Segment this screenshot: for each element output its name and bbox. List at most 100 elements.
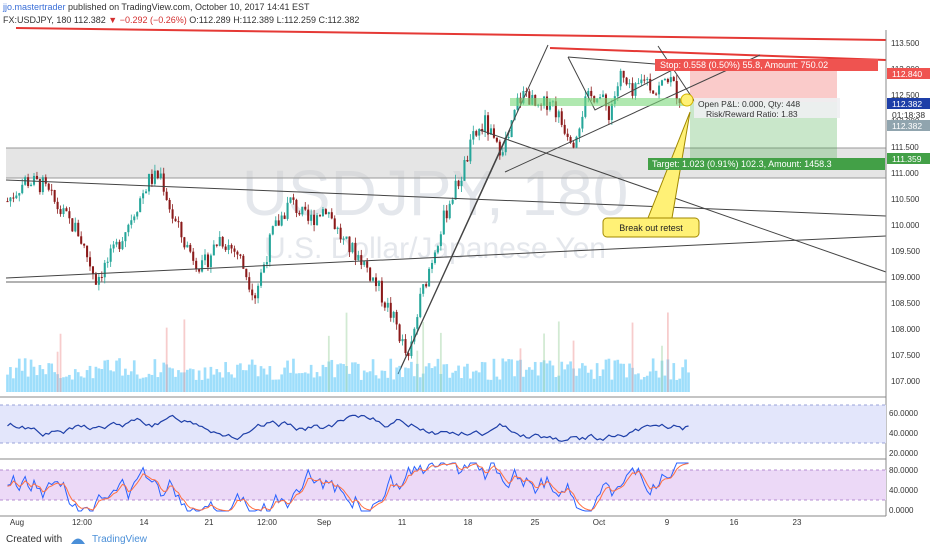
candle-body (239, 254, 242, 256)
candle-body (652, 90, 655, 94)
volume-bar (94, 366, 98, 392)
volume-bar (601, 369, 605, 392)
volume-bar (404, 367, 407, 392)
volume-spike (661, 345, 663, 392)
price-chart[interactable]: USDJPY, 180 U.S. Dollar/Japanese Yen Bre… (0, 0, 932, 530)
volume-bar (525, 369, 528, 392)
volume-bar (486, 379, 490, 392)
volume-spike (557, 321, 560, 392)
candle-body (177, 221, 180, 223)
volume-bar (589, 369, 593, 392)
candle-body (419, 293, 422, 318)
candle-body (369, 267, 372, 281)
candle-body (133, 216, 136, 221)
red-trendline-upper[interactable] (549, 47, 887, 61)
candle-body (625, 77, 628, 85)
volume-bar (100, 369, 104, 392)
volume-bar (513, 376, 516, 392)
candle-body (430, 262, 434, 269)
candle-body (304, 206, 307, 210)
candle-body (251, 289, 254, 296)
candle-body (392, 311, 395, 318)
volume-bar (38, 365, 42, 392)
candle-body (35, 175, 38, 180)
volume-bar (584, 365, 587, 392)
time-axis: Aug 12:00 14 21 12:00 Sep 11 18 25 Oct 9 16 23 (10, 518, 802, 527)
volume-bar (41, 369, 45, 392)
red-trendline[interactable] (15, 27, 887, 41)
volume-bar (85, 370, 89, 392)
volume-bar (124, 368, 127, 392)
candle-body (336, 227, 339, 230)
candle-body (201, 260, 204, 272)
volume-bar (295, 373, 298, 392)
volume-bar (474, 370, 478, 392)
candle-body (192, 251, 195, 261)
price-tick-label: 109.000 (891, 273, 920, 282)
candle-body (159, 173, 162, 179)
candle-body (451, 199, 454, 204)
volume-bar (286, 360, 289, 392)
tradingview-logo-icon (71, 538, 85, 544)
candle-body (386, 302, 389, 308)
volume-bar (386, 377, 390, 392)
volume-bar (374, 375, 378, 392)
candle-body (18, 193, 21, 196)
rsi-tick-60: 60.0000 (889, 409, 918, 418)
candle-body (469, 139, 472, 162)
candle-body (445, 210, 448, 219)
candle-body (345, 236, 348, 239)
candle-body (112, 244, 115, 249)
candle-body (180, 222, 183, 238)
candle-body (115, 241, 118, 245)
volume-bar (548, 360, 552, 392)
retest-band[interactable] (510, 98, 690, 106)
candle-body (32, 175, 36, 185)
candle-body (289, 197, 292, 203)
volume-spike (327, 335, 330, 392)
volume-bar (492, 358, 496, 392)
volume-bar (292, 358, 295, 392)
volume-bar (6, 374, 9, 392)
volume-bar (20, 370, 24, 392)
volume-bar (150, 374, 154, 392)
tradingview-brand[interactable]: TradingView (92, 534, 147, 545)
volume-bar (330, 359, 334, 392)
volume-bar (259, 366, 263, 392)
volume-bar (162, 362, 166, 392)
volume-bar (224, 362, 227, 392)
candle-body (389, 302, 392, 318)
volume-bar (88, 365, 92, 392)
candle-body (436, 246, 439, 253)
candle-body (507, 137, 510, 139)
candle-body (351, 242, 354, 253)
price-tick-label: 109.500 (891, 247, 920, 256)
stop-price-tag: 112.840 (892, 69, 922, 79)
volume-bar (613, 360, 617, 392)
volume-bar (436, 358, 440, 392)
volume-bar (356, 363, 360, 392)
price-tick-label: 108.500 (891, 299, 920, 308)
candle-body (277, 220, 280, 226)
volume-spike (543, 333, 545, 392)
volume-bar (507, 359, 511, 392)
volume-bar (433, 366, 437, 392)
time-tick-label: 23 (793, 518, 802, 527)
volume-bar (681, 367, 684, 392)
candle-body (268, 234, 271, 263)
volume-bar (501, 358, 505, 392)
candle-body (616, 86, 619, 97)
volume-bar (147, 373, 151, 392)
pnl-label: Open P&L: 0.000, Qty: 448 (698, 99, 800, 109)
volume-bar (616, 359, 620, 392)
candle-body (286, 202, 289, 219)
candle-body (663, 79, 666, 81)
candle-body (142, 193, 145, 199)
volume-bar (26, 376, 30, 392)
candle-body (360, 255, 363, 265)
volume-bar (262, 368, 266, 392)
retest-marker[interactable] (680, 93, 694, 107)
volume-bar (62, 377, 65, 392)
candle-body (121, 241, 124, 250)
candle-body (590, 90, 593, 97)
